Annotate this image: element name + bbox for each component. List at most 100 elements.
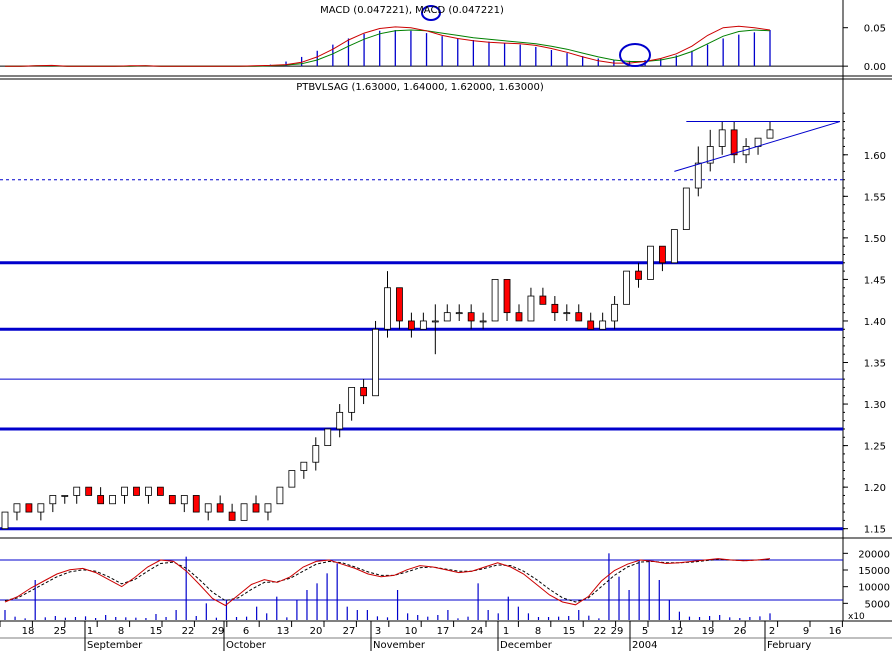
candle-body [611, 303, 619, 322]
price-y-tick-label: 1.30 [864, 400, 886, 411]
candle-body [240, 503, 248, 521]
stoch-k-line [4, 558, 771, 607]
candle-body [37, 503, 45, 513]
x-day-label: 26 [734, 626, 747, 637]
x-day-label: 10 [405, 626, 418, 637]
x-day-label: 29 [212, 626, 225, 637]
price-y-tick-label: 1.45 [864, 275, 886, 286]
x-month-label: September [87, 640, 143, 651]
candle-body [647, 245, 654, 280]
candle-body [694, 162, 702, 189]
candle-body [408, 320, 415, 330]
candle-body [443, 312, 451, 322]
candle-body [121, 486, 128, 496]
price-y-tick-label: 1.55 [864, 192, 886, 203]
x-day-label: 1 [87, 626, 93, 637]
x-month-label: December [500, 640, 553, 651]
macd-title: MACD (0.047221), MACD (0.047221) [320, 5, 504, 16]
stoch-unit-label: x10 [848, 612, 865, 622]
candle-body [264, 503, 272, 513]
x-day-label: 15 [150, 626, 163, 637]
x-month-label: October [226, 640, 267, 651]
x-day-label: 25 [54, 626, 67, 637]
candle-body [479, 320, 487, 323]
x-day-label: 29 [611, 626, 624, 637]
price-y-tick-label: 1.15 [864, 525, 886, 536]
candle-body [527, 295, 535, 322]
candle-body [348, 387, 356, 413]
price-panel: 1.60 1.55 1.50 1.45 1.40 1.35 1.30 1.25 1.20 1.15 [0, 112, 886, 536]
candle-body [61, 495, 69, 497]
macd-y-tick-label: 0.00 [864, 62, 886, 73]
candle-body [575, 312, 583, 322]
candle-body [659, 245, 666, 264]
candle-body [384, 287, 391, 330]
candle-body [635, 270, 642, 280]
price-y-tick-label: 1.35 [864, 359, 886, 370]
candle-body [491, 279, 499, 322]
candle-body [623, 270, 630, 305]
candle-body [312, 445, 320, 463]
candle-body [718, 129, 726, 147]
stoch-y-tick-label: 20000 [858, 549, 890, 560]
candle-body [682, 187, 690, 230]
candle-body [431, 320, 439, 323]
candle-body [97, 495, 105, 505]
candle-body [156, 486, 164, 496]
candle-body [670, 229, 678, 264]
price-y-tick-label: 1.40 [864, 317, 886, 328]
candle-body [216, 503, 224, 513]
price-y-tick-label: 1.60 [864, 151, 886, 162]
candle-body [503, 279, 511, 314]
x-month-label: 2004 [632, 640, 657, 651]
candle-body [228, 511, 236, 521]
x-day-label: 2 [769, 626, 775, 637]
macd-y-tick-label: 0.05 [864, 24, 886, 35]
stoch-d-line [4, 558, 771, 603]
candle-body [49, 495, 57, 505]
x-day-label: 3 [375, 626, 381, 637]
x-month-label: February [767, 640, 811, 651]
candle-body [419, 320, 427, 330]
candle-body [85, 486, 93, 496]
macd-signal-line [5, 29, 771, 67]
candle-body [467, 312, 475, 322]
x-day-label: 9 [803, 626, 809, 637]
candle-body [288, 470, 296, 488]
candle-body [109, 495, 116, 505]
x-day-label: 27 [343, 626, 356, 637]
candle-body [587, 320, 595, 330]
x-month-label: November [373, 640, 426, 651]
price-y-tick-label: 1.50 [864, 234, 886, 245]
triangle-bottom-line [674, 121, 841, 172]
candle-body [252, 503, 260, 513]
candle-body [360, 387, 367, 397]
candle-body [13, 503, 21, 513]
x-day-label: 13 [277, 626, 290, 637]
x-day-label: 8 [118, 626, 124, 637]
candle-body [133, 486, 140, 496]
candle-body [276, 486, 284, 505]
x-day-label: 16 [829, 626, 842, 637]
candle-body [1, 511, 9, 530]
candle-body [396, 287, 403, 322]
x-day-label: 8 [535, 626, 541, 637]
candle-body [455, 312, 463, 315]
stoch-y-tick-label: 10000 [858, 583, 890, 594]
stoch-y-tick-label: 15000 [858, 566, 890, 577]
x-day-label: 20 [310, 626, 323, 637]
candle-body [336, 411, 344, 430]
x-day-label: 6 [243, 626, 249, 637]
candle-body [563, 312, 571, 315]
x-axis: 18 25 1 8 15 22 29 6 13 20 27 3 10 17 24 1 8 15 22 29 5 12 19 2… [0, 621, 892, 651]
stoch-y-tick-label: 5000 [865, 599, 890, 610]
x-day-label: 5 [642, 626, 648, 637]
candle-body [145, 486, 152, 496]
candle-body [204, 503, 212, 513]
x-day-label: 24 [471, 626, 484, 637]
candle-body [539, 295, 547, 305]
x-day-label: 15 [563, 626, 576, 637]
candle-body [766, 129, 774, 139]
x-day-label: 17 [437, 626, 450, 637]
chart-canvas: 0.05 0.00 1.60 1.55 1.50 1.45 1.40 1.35 1.30 1.2… [0, 0, 892, 651]
